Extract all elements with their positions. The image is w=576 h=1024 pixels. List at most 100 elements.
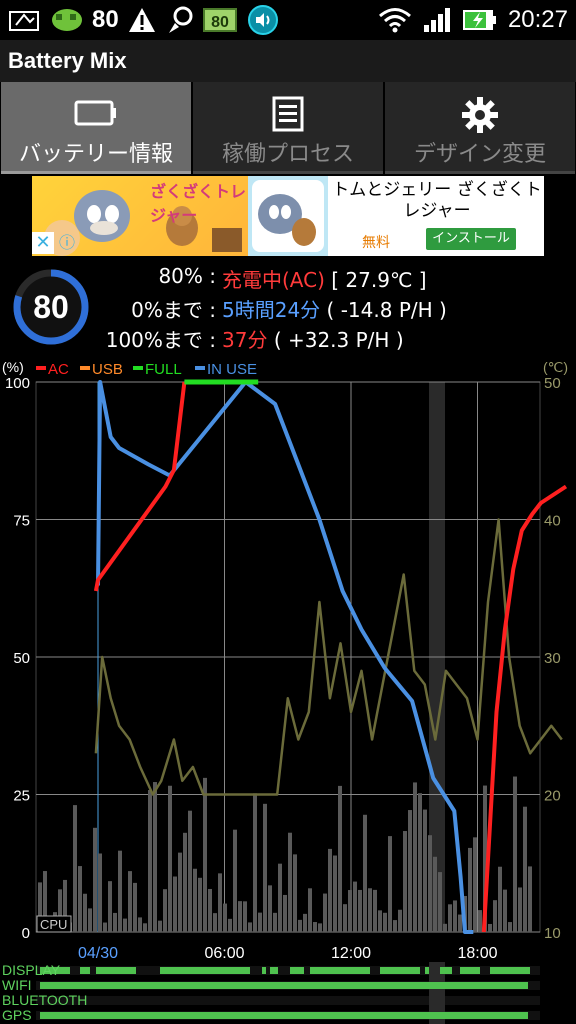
y-left-tick-label: 0 [22,925,30,942]
cpu-usage-bar [408,810,412,932]
cpu-usage-bar [388,836,392,932]
battery-temperature: [ 27.9℃ ] [331,268,427,292]
cpu-usage-bar [478,910,482,932]
ad-install-button[interactable]: インストール [426,228,516,250]
cpu-usage-bar [78,866,82,932]
cpu-usage-bar [173,876,177,932]
tab-design[interactable]: デザイン変更 [385,82,575,174]
app-title: Battery Mix [8,48,127,73]
warning-icon [128,8,155,32]
cpu-usage-bar [333,855,337,932]
legend-swatch [195,366,205,370]
info-row-charging: 80% : 充電中(AC) [ 27.9℃ ] [0,264,576,294]
cpu-usage-bar [383,912,387,932]
cpu-usage-bar [493,900,497,932]
cpu-usage-bar [358,889,362,932]
timeline-row-gps: GPS [0,1007,576,1023]
cpu-usage-bar [108,881,112,932]
cpu-usage-bar [158,920,162,932]
tab-battery-info-label: バッテリー情報 [18,142,173,167]
ad-banner[interactable]: ざくざくトレジャー トムとジェリー ざくざくトレジャー 無料 インストール ✕ … [32,176,544,256]
cpu-usage-bar [508,922,512,932]
cpu-usage-bar [488,923,492,932]
legend-label: FULL [145,361,182,378]
tab-processes-label: 稼働プロセス [221,142,354,167]
cpu-usage-bar [153,782,157,932]
cpu-usage-bar [443,923,447,932]
cpu-usage-bar [223,903,227,932]
status-time: 20:27 [507,6,568,33]
timeline-row-wifi: WIFI [0,977,576,993]
cpu-usage-bar [88,908,92,932]
tab-processes[interactable]: 稼働プロセス [193,82,383,174]
cpu-usage-bar [418,793,422,932]
y-left-tick-label: 75 [13,513,30,530]
cpu-usage-bar [313,922,317,932]
cpu-usage-bar [268,885,272,932]
battery-app-icon-text: 80 [211,14,229,31]
cpu-usage-bar [518,887,522,932]
cpu-usage-bar [283,894,287,932]
x-tick-label: 18:00 [457,945,497,962]
cpu-usage-bar [203,777,207,932]
y-right-unit-label: (℃) [543,359,568,375]
cpu-usage-bar [328,848,332,932]
battery-history-chart[interactable]: 100 50 75 40 50 30 25 20 0 10 04/30 06:00 12:00 18:00… [0,358,576,968]
cpu-usage-bar [528,866,532,932]
y-right-tick-label: 30 [544,650,561,667]
cpu-usage-bar [453,900,457,932]
time-to-empty: 5時間24分 [222,298,321,322]
sync-icon [168,6,193,33]
info-row-to-empty: 0%まで : 5時間24分 ( -14.8 P/H ) [0,294,576,324]
cpu-usage-bar [238,901,242,932]
timeline-label-gps: GPS [2,1007,32,1023]
legend-swatch [36,366,46,370]
tab-battery-info[interactable]: バッテリー情報 [1,82,191,174]
cpu-usage-bar [193,868,197,932]
cpu-usage-bar [208,888,212,932]
charge-rate: ( +32.3 P/H ) [273,328,404,352]
cpu-usage-bar [353,881,357,932]
info-row-to-full-label: 100%まで : [105,328,216,352]
cpu-usage-bar [498,866,502,932]
ad-banner-text: ざくざくトレジャー [150,182,247,225]
cpu-usage-bar [228,918,232,932]
legend-label: IN USE [207,361,257,378]
cpu-usage-bar [468,847,472,932]
cpu-usage-bar [233,829,237,932]
cpu-usage-bar [258,912,262,932]
cpu-usage-bar [503,889,507,932]
cpu-usage-bar [428,835,432,932]
legend-label: USB [92,361,123,378]
battery-charging-icon [462,10,496,30]
cpu-usage-bar [433,856,437,932]
volume-icon [247,5,278,35]
gear-icon [462,97,498,133]
cpu-usage-bar [98,853,102,932]
y-right-tick-label: 10 [544,925,561,942]
cpu-usage-bar [148,790,152,932]
cpu-usage-bar [338,785,342,932]
info-row-to-empty-label: 0%まで : [131,298,216,322]
cpu-usage-bar [368,888,372,932]
cpu-usage-bar [323,893,327,932]
ad-close-icon[interactable]: ✕ [32,232,54,254]
cpu-usage-bar [293,854,297,932]
cpu-usage-bar [378,910,382,932]
legend-swatch [133,366,143,370]
cpu-usage-bar [298,919,302,932]
list-icon [272,96,304,132]
info-row-charging-value: 充電中(AC) [ 27.9℃ ] [222,264,427,293]
wifi-icon [378,8,411,33]
cpu-label: CPU [40,917,67,932]
y-right-tick-label: 20 [544,788,561,805]
ad-price: 無料 [362,235,390,251]
cpu-usage-bar [308,888,312,932]
cpu-usage-bar [413,782,417,932]
cpu-usage-bar [423,809,427,932]
info-row-to-full: 100%まで : 37分 ( +32.3 P/H ) [0,324,576,354]
cpu-usage-bar [348,890,352,932]
ad-info-icon[interactable]: ⓘ [56,232,78,254]
ad-text: トムとジェリー ざくざくトレジャー [332,180,542,221]
ad-app-thumbnail [248,176,328,256]
